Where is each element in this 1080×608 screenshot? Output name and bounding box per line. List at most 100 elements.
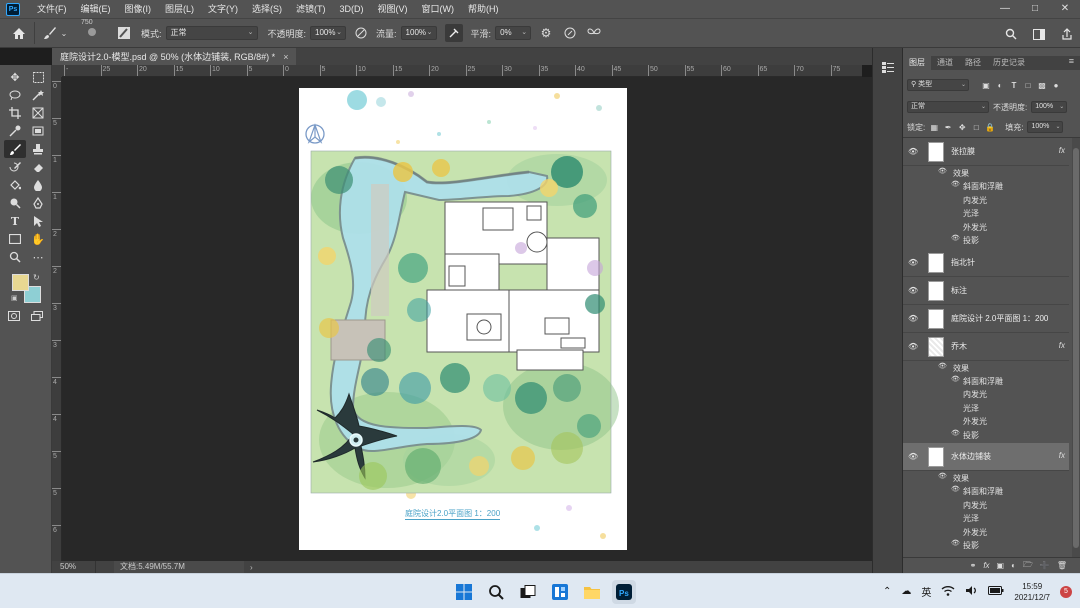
- layer-name[interactable]: 乔木: [951, 341, 967, 352]
- canvas-workspace[interactable]: 庭院设计2.0平面图 1：200: [62, 77, 872, 561]
- panel-menu-icon[interactable]: ≡: [1069, 56, 1074, 66]
- foreground-color-swatch[interactable]: [12, 274, 29, 291]
- menu-item[interactable]: 选择(S): [245, 0, 289, 18]
- document-tab[interactable]: 庭院设计2.0-模型.psd @ 50% (水体边铺装, RGB/8#) * ×: [52, 48, 297, 65]
- photoshop-taskbar-icon[interactable]: Ps: [612, 580, 636, 604]
- symmetry-butterfly-icon[interactable]: [585, 24, 603, 42]
- filter-pixel-icon[interactable]: ▣: [981, 81, 991, 90]
- effect-item-row[interactable]: 👁 斜面和浮雕: [903, 179, 1069, 192]
- brush-settings-icon[interactable]: [115, 24, 133, 42]
- menu-item[interactable]: 文件(F): [30, 0, 74, 18]
- visibility-eye-icon[interactable]: 👁: [908, 314, 918, 323]
- layer-row[interactable]: 👁 张拉膜 fx: [903, 138, 1069, 166]
- blur-tool-icon[interactable]: [27, 176, 49, 194]
- properties-panel-icon[interactable]: [873, 56, 903, 78]
- cloud-icon[interactable]: ☁: [901, 586, 911, 597]
- layer-row[interactable]: 👁 庭院设计 2.0平面图 1：200: [903, 305, 1069, 333]
- visibility-eye-icon[interactable]: 👁: [908, 452, 918, 461]
- layer-opacity-field[interactable]: 100% ⌄: [1031, 101, 1068, 113]
- panel-tab[interactable]: 路径: [959, 56, 987, 70]
- scrollbar-thumb[interactable]: [1073, 148, 1079, 548]
- adjustment-layer-icon[interactable]: ◐: [1011, 561, 1016, 570]
- search-icon[interactable]: [484, 580, 508, 604]
- layers-scrollbar[interactable]: [1072, 138, 1080, 557]
- status-menu-arrow[interactable]: ›: [250, 563, 253, 572]
- layer-name[interactable]: 庭院设计 2.0平面图 1：200: [951, 313, 1048, 324]
- layer-row[interactable]: 👁 标注: [903, 277, 1069, 305]
- close-icon[interactable]: ✕: [1050, 0, 1080, 18]
- effect-item-row[interactable]: 外发光: [903, 525, 1069, 538]
- quick-mask-icon[interactable]: [6, 308, 22, 324]
- visibility-eye-icon[interactable]: 👁: [938, 362, 947, 370]
- layer-effects-icon[interactable]: fx: [1059, 146, 1065, 155]
- visibility-eye-icon[interactable]: 👁: [908, 147, 918, 156]
- default-colors-icon[interactable]: ▣: [11, 294, 18, 302]
- visibility-eye-icon[interactable]: 👁: [908, 258, 918, 267]
- marquee-tool-icon[interactable]: [27, 68, 49, 86]
- frame-grid-tool-icon[interactable]: [27, 122, 49, 140]
- menu-item[interactable]: 帮助(H): [461, 0, 506, 18]
- layer-filter-select[interactable]: ⚲ 类型 ⌄: [907, 79, 969, 91]
- filter-adjustment-icon[interactable]: ◐: [995, 81, 1005, 90]
- minimize-icon[interactable]: —: [990, 0, 1020, 18]
- effect-item-row[interactable]: 👁 投影: [903, 233, 1069, 246]
- brush-tool-icon[interactable]: [4, 140, 26, 158]
- hand-tool-icon[interactable]: ✋: [27, 230, 49, 248]
- menu-item[interactable]: 3D(D): [333, 0, 371, 18]
- menu-item[interactable]: 滤镜(T): [289, 0, 333, 18]
- visibility-eye-icon[interactable]: 👁: [938, 167, 947, 175]
- layer-row[interactable]: 👁 水体边铺装 fx: [903, 443, 1069, 471]
- menu-item[interactable]: 视图(V): [371, 0, 415, 18]
- effect-item-row[interactable]: 👁 投影: [903, 428, 1069, 441]
- filter-type-icon[interactable]: T: [1009, 81, 1019, 90]
- maximize-icon[interactable]: □: [1020, 0, 1050, 18]
- effect-item-row[interactable]: 光泽: [903, 401, 1069, 414]
- effect-item-row[interactable]: 👁 投影: [903, 538, 1069, 551]
- effects-group-row[interactable]: 👁 效果: [903, 471, 1069, 484]
- file-explorer-icon[interactable]: [580, 580, 604, 604]
- menu-item[interactable]: 窗口(W): [415, 0, 462, 18]
- visibility-eye-icon[interactable]: 👁: [951, 234, 960, 242]
- layer-effects-icon[interactable]: fx: [1059, 341, 1065, 350]
- opacity-field[interactable]: 100% ⌄: [310, 26, 347, 40]
- workspace-icon[interactable]: [1030, 25, 1048, 43]
- panel-tab[interactable]: 图层: [903, 56, 931, 70]
- panel-tab[interactable]: 通道: [931, 56, 959, 70]
- new-group-icon[interactable]: 🗁: [1023, 559, 1033, 573]
- clone-stamp-tool-icon[interactable]: [27, 140, 49, 158]
- battery-icon[interactable]: [988, 585, 1004, 598]
- ime-language[interactable]: 英: [921, 584, 931, 599]
- pen-tool-icon[interactable]: [27, 194, 49, 212]
- effect-item-row[interactable]: 外发光: [903, 220, 1069, 233]
- new-layer-icon[interactable]: ➕: [1040, 561, 1050, 570]
- layer-name[interactable]: 标注: [951, 285, 967, 296]
- filter-shape-icon[interactable]: □: [1023, 81, 1033, 90]
- add-style-icon[interactable]: fx: [983, 561, 989, 570]
- filter-toggle-icon[interactable]: ●: [1051, 81, 1061, 90]
- effect-item-row[interactable]: 光泽: [903, 206, 1069, 219]
- chevron-down-icon[interactable]: ⌄: [59, 24, 69, 42]
- lock-transparent-icon[interactable]: ▦: [929, 123, 939, 132]
- visibility-eye-icon[interactable]: 👁: [951, 429, 960, 437]
- add-mask-icon[interactable]: ▣: [997, 561, 1005, 570]
- visibility-eye-icon[interactable]: 👁: [951, 485, 960, 493]
- effect-item-row[interactable]: 内发光: [903, 193, 1069, 206]
- wifi-icon[interactable]: [941, 585, 955, 599]
- visibility-eye-icon[interactable]: 👁: [908, 342, 918, 351]
- brush-preset-icon[interactable]: [83, 24, 101, 42]
- gear-icon[interactable]: ⚙: [537, 24, 555, 42]
- visibility-eye-icon[interactable]: 👁: [951, 375, 960, 383]
- visibility-eye-icon[interactable]: 👁: [908, 286, 918, 295]
- path-selection-tool-icon[interactable]: [27, 212, 49, 230]
- start-icon[interactable]: [452, 580, 476, 604]
- layer-name[interactable]: 指北针: [951, 257, 975, 268]
- lock-artboard-icon[interactable]: □: [971, 123, 981, 132]
- smoothing-field[interactable]: 0% ⌄: [495, 26, 532, 40]
- home-icon[interactable]: [10, 24, 28, 42]
- notification-badge[interactable]: 5: [1060, 585, 1072, 598]
- eraser-tool-icon[interactable]: [27, 158, 49, 176]
- type-tool-icon[interactable]: T: [4, 212, 26, 230]
- pressure-size-icon[interactable]: [561, 24, 579, 42]
- lasso-tool-icon[interactable]: [4, 86, 26, 104]
- search-icon[interactable]: [1002, 25, 1020, 43]
